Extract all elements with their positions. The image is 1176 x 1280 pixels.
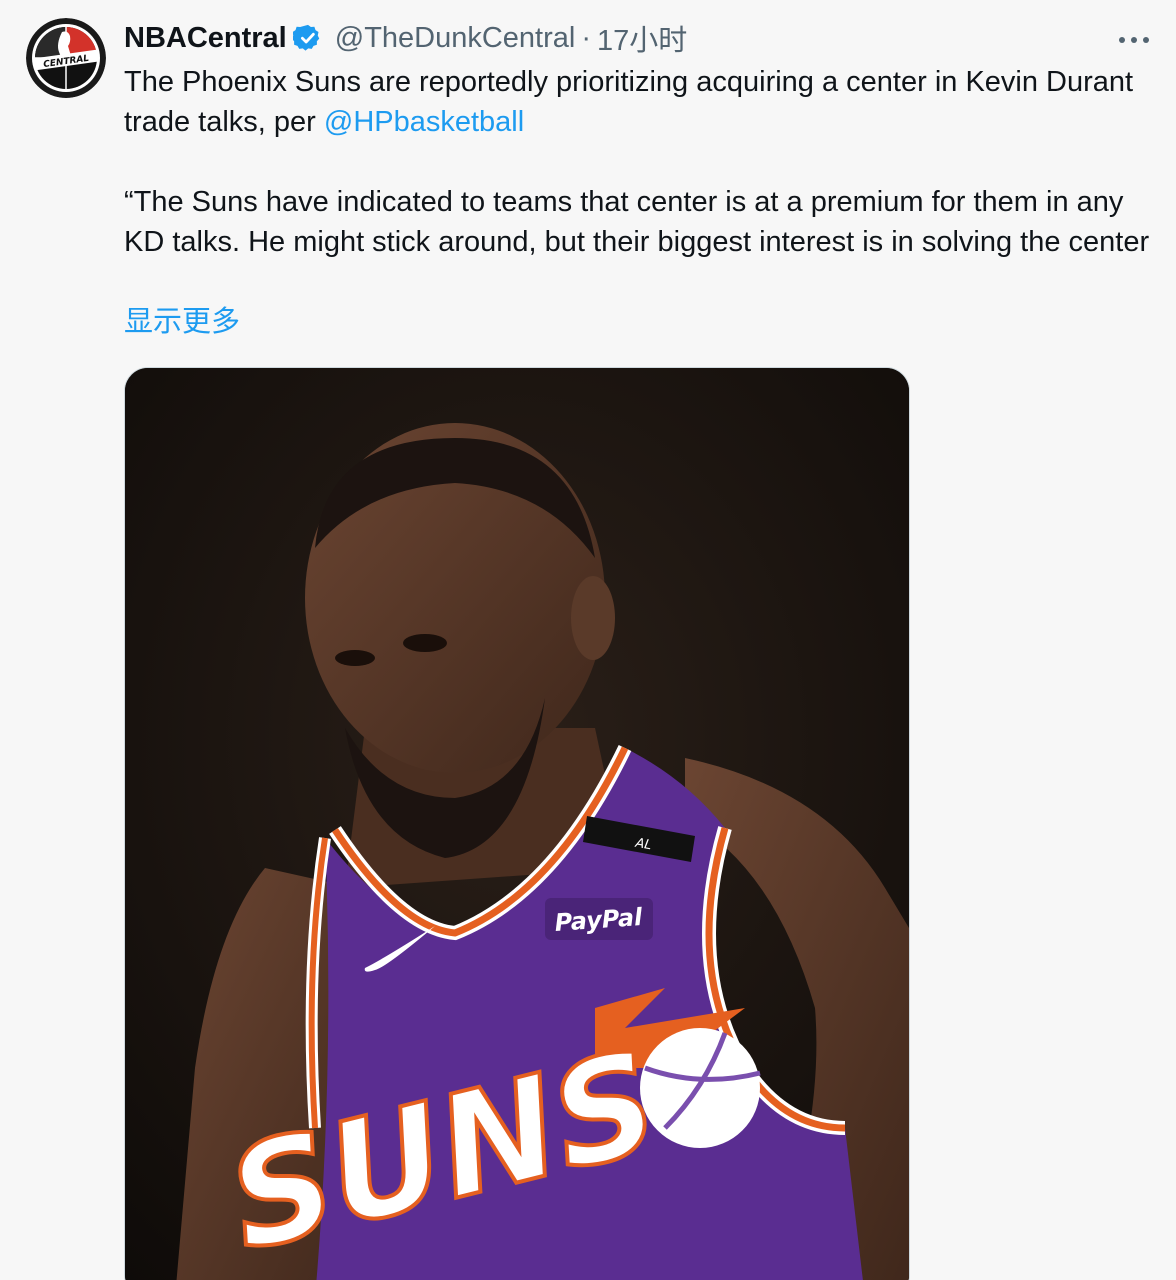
more-options-icon <box>1119 37 1149 43</box>
tweet-text: The Phoenix Suns are reportedly prioriti… <box>124 62 1154 262</box>
handle[interactable]: @TheDunkCentral <box>335 22 576 55</box>
tweet-header: NBACentral @TheDunkCentral · 17小时 <box>124 18 687 58</box>
timestamp[interactable]: 17小时 <box>597 17 687 59</box>
avatar-logo-icon: CENTRAL <box>26 18 106 98</box>
mention-link[interactable]: @HPbasketball <box>324 106 524 138</box>
show-more-link[interactable]: 显示更多 <box>124 302 240 342</box>
tweet-text-paragraph-1: The Phoenix Suns are reportedly prioriti… <box>124 62 1154 142</box>
player-photo: AL PayPal SUNS <box>125 368 909 1280</box>
avatar[interactable]: CENTRAL <box>26 18 106 98</box>
verified-badge-icon <box>292 23 323 53</box>
separator-dot: · <box>581 21 592 54</box>
tweet-media-image[interactable]: AL PayPal SUNS <box>124 367 910 1280</box>
more-options-button[interactable] <box>1114 22 1154 58</box>
display-name[interactable]: NBACentral <box>124 22 287 55</box>
tweet: CENTRAL NBACentral @TheDunkCentral · 17小… <box>0 0 1176 1280</box>
tweet-text-lead: The Phoenix Suns are reportedly prioriti… <box>124 66 1134 138</box>
armband-text: AL <box>633 836 652 854</box>
tweet-text-paragraph-2: “The Suns have indicated to teams that c… <box>124 186 1150 258</box>
